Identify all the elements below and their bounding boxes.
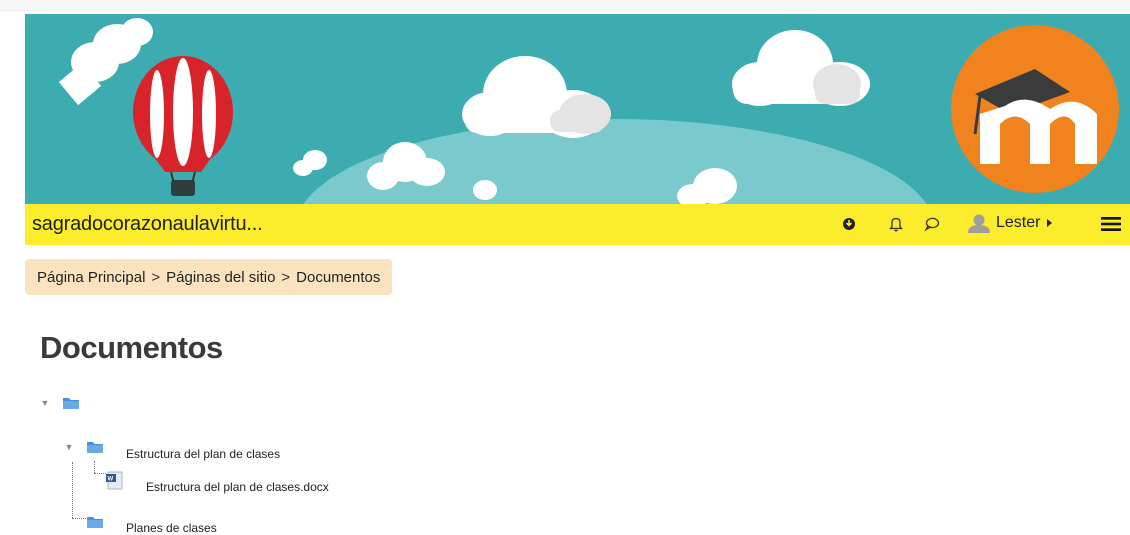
chat-bubble-icon[interactable] [923, 215, 941, 233]
tree-root-folder[interactable]: ▼ [40, 396, 80, 410]
folder-icon [63, 398, 79, 409]
expand-caret-icon[interactable]: ▼ [40, 398, 50, 408]
site-name-link[interactable]: sagradocorazonaulavirtu... [32, 213, 263, 236]
download-circle-icon[interactable] [840, 215, 858, 233]
folder-icon [87, 517, 103, 528]
breadcrumb-separator: > [281, 268, 291, 286]
breadcrumb-current-page: Documentos [296, 268, 381, 286]
tree-folder-label[interactable]: Planes de clases [126, 521, 217, 535]
svg-text:W: W [108, 477, 114, 483]
expand-caret-icon[interactable]: ▼ [64, 442, 74, 452]
breadcrumb: Página Principal > Páginas del sitio > D… [25, 259, 393, 295]
tree-folder-label[interactable]: Estructura del plan de clases [126, 447, 280, 461]
top-navbar: sagradocorazonaulavirtu... Lester [25, 204, 1130, 245]
user-name: Lester [996, 214, 1041, 231]
tree-connector [72, 462, 73, 518]
tree-folder-estructura[interactable]: ▼ Estructura del plan de clases [64, 433, 280, 461]
tree-connector [94, 473, 106, 474]
user-menu[interactable]: Lester [968, 213, 1053, 233]
tree-connector [72, 518, 86, 519]
user-avatar-icon [968, 214, 990, 233]
breadcrumb-separator: > [151, 268, 161, 286]
folder-icon [87, 442, 103, 453]
tree-file-label[interactable]: Estructura del plan de clases.docx [146, 480, 329, 494]
page-title: Documentos [40, 330, 223, 365]
hamburger-menu-icon[interactable] [1100, 213, 1122, 235]
breadcrumb-site-pages-link[interactable]: Páginas del sitio [166, 269, 275, 286]
breadcrumb-home-link[interactable]: Página Principal [37, 269, 145, 286]
caret-right-icon [1047, 219, 1053, 227]
header-banner [25, 14, 1130, 204]
tree-file-docx[interactable]: W Estructura del plan de clases.docx [106, 466, 329, 494]
word-document-icon: W [106, 471, 123, 490]
top-strip [0, 0, 1130, 11]
bell-icon[interactable] [887, 215, 905, 233]
tree-connector [94, 461, 95, 473]
tree-folder-planes[interactable]: Planes de clases [86, 509, 217, 535]
moodle-logo [951, 25, 1119, 193]
